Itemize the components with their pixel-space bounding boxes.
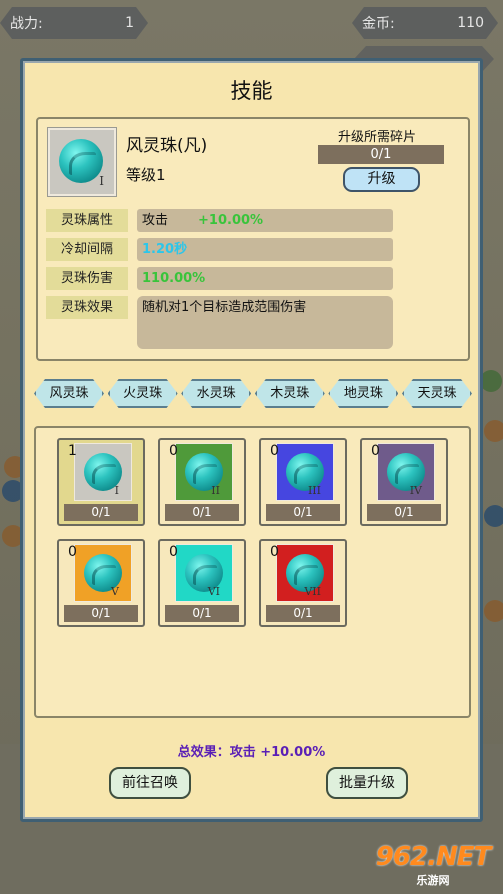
orb-tier: IV — [409, 484, 422, 497]
orb-progress: 0/1 — [266, 504, 340, 521]
orb-count: 0 — [270, 544, 279, 560]
fragment-label: 升级所需碎片 — [338, 130, 417, 145]
skill-dialog: 技能 I 风灵珠(凡) 等级1 升级所需碎片 0/1 升级 灵珠属性 攻击 +10… — [20, 58, 483, 822]
orb-tile: V — [74, 544, 132, 602]
orb-tier: I — [99, 174, 104, 188]
dialog-title: 技能 — [230, 79, 273, 103]
orb-count: 1 — [68, 443, 77, 459]
attribute-text: 攻击 — [142, 213, 169, 228]
attribute-label: 灵珠属性 — [46, 209, 128, 232]
orb-progress: 0/1 — [165, 504, 239, 521]
orb-progress: 0/1 — [165, 605, 239, 622]
orb-tile: VI — [175, 544, 233, 602]
skill-level: 等级1 — [126, 166, 166, 184]
power-value: 1 — [125, 15, 134, 31]
orb-count: 0 — [371, 443, 380, 459]
orb-tile: III — [276, 443, 334, 501]
orb-card[interactable]: II 0 0/1 — [158, 438, 246, 526]
orb-tile: II — [175, 443, 233, 501]
site-watermark: 962.NET 乐游网 — [366, 840, 500, 890]
orb-tile: VII — [276, 544, 334, 602]
orb-card[interactable]: VI 0 0/1 — [158, 539, 246, 627]
power-display: 战力: 1 — [0, 7, 148, 39]
orb-progress: 0/1 — [64, 605, 138, 622]
batch-upgrade-button[interactable]: 批量升级 — [326, 767, 408, 799]
enemy-sprite — [484, 420, 503, 442]
go-summon-button[interactable]: 前往召唤 — [109, 767, 191, 799]
orb-tile: IV — [377, 443, 435, 501]
attribute-value: 1.20秒 — [137, 238, 393, 261]
orb-count: 0 — [270, 443, 279, 459]
orb-tier: V — [111, 585, 119, 598]
orb-tier: VI — [207, 585, 220, 598]
orb-progress: 0/1 — [367, 504, 441, 521]
orb-count: 0 — [68, 544, 77, 560]
skill-name: 风灵珠(凡) — [126, 136, 208, 156]
orb-tier: VII — [304, 585, 321, 598]
tab-water-orb[interactable]: 水灵珠 — [181, 379, 251, 408]
orb-card[interactable]: V 0 0/1 — [57, 539, 145, 627]
wind-orb-icon — [59, 139, 103, 183]
cooldown-value: 1.20秒 — [142, 242, 188, 257]
power-label: 战力: — [10, 16, 43, 32]
gold-label: 金币: — [362, 16, 395, 32]
enemy-sprite — [484, 600, 503, 622]
orb-tier: III — [307, 484, 321, 497]
gold-display: 金币: 110 — [352, 7, 498, 39]
tab-fire-orb[interactable]: 火灵珠 — [108, 379, 178, 408]
tab-earth-orb[interactable]: 地灵珠 — [328, 379, 398, 408]
orb-progress: 0/1 — [266, 605, 340, 622]
upgrade-button[interactable]: 升级 — [343, 167, 420, 192]
enemy-sprite — [480, 370, 502, 392]
skill-icon: I — [47, 127, 117, 197]
damage-value: 110.00% — [142, 271, 206, 286]
orb-grid: I 1 0/1 II 0 0/1 III 0 0/1 IV 0 0/1 V 0 … — [34, 426, 471, 718]
attribute-value: 110.00% — [137, 267, 393, 290]
attribute-bonus: +10.00% — [198, 213, 264, 228]
orb-tier: I — [114, 484, 119, 497]
watermark-subtitle: 乐游网 — [416, 874, 450, 887]
orb-card[interactable]: IV 0 0/1 — [360, 438, 448, 526]
attribute-label: 灵珠效果 — [46, 296, 128, 319]
attribute-label: 冷却间隔 — [46, 238, 128, 261]
orb-card[interactable]: III 0 0/1 — [259, 438, 347, 526]
orb-tier: II — [211, 484, 220, 497]
tab-wind-orb[interactable]: 风灵珠 — [34, 379, 104, 408]
orb-tile: I — [74, 443, 132, 501]
orb-card[interactable]: I 1 0/1 — [57, 438, 145, 526]
skill-info-panel: I 风灵珠(凡) 等级1 升级所需碎片 0/1 升级 灵珠属性 攻击 +10.00… — [36, 117, 470, 361]
tab-sky-orb[interactable]: 天灵珠 — [402, 379, 472, 408]
watermark-logo: 962.NET — [375, 842, 491, 872]
orb-progress: 0/1 — [64, 504, 138, 521]
effect-description: 随机对1个目标造成范围伤害 — [137, 296, 393, 349]
orb-count: 0 — [169, 544, 178, 560]
orb-type-tabs: 风灵珠 火灵珠 水灵珠 木灵珠 地灵珠 天灵珠 — [34, 379, 472, 409]
attribute-value: 攻击 +10.00% — [137, 209, 393, 232]
attribute-label: 灵珠伤害 — [46, 267, 128, 290]
tab-wood-orb[interactable]: 木灵珠 — [255, 379, 325, 408]
orb-count: 0 — [169, 443, 178, 459]
fragment-progress-bar: 0/1 — [318, 145, 444, 164]
gold-value: 110 — [457, 15, 484, 31]
total-effect: 总效果：攻击 +10.00% — [177, 745, 326, 760]
enemy-sprite — [484, 505, 503, 527]
orb-card[interactable]: VII 0 0/1 — [259, 539, 347, 627]
